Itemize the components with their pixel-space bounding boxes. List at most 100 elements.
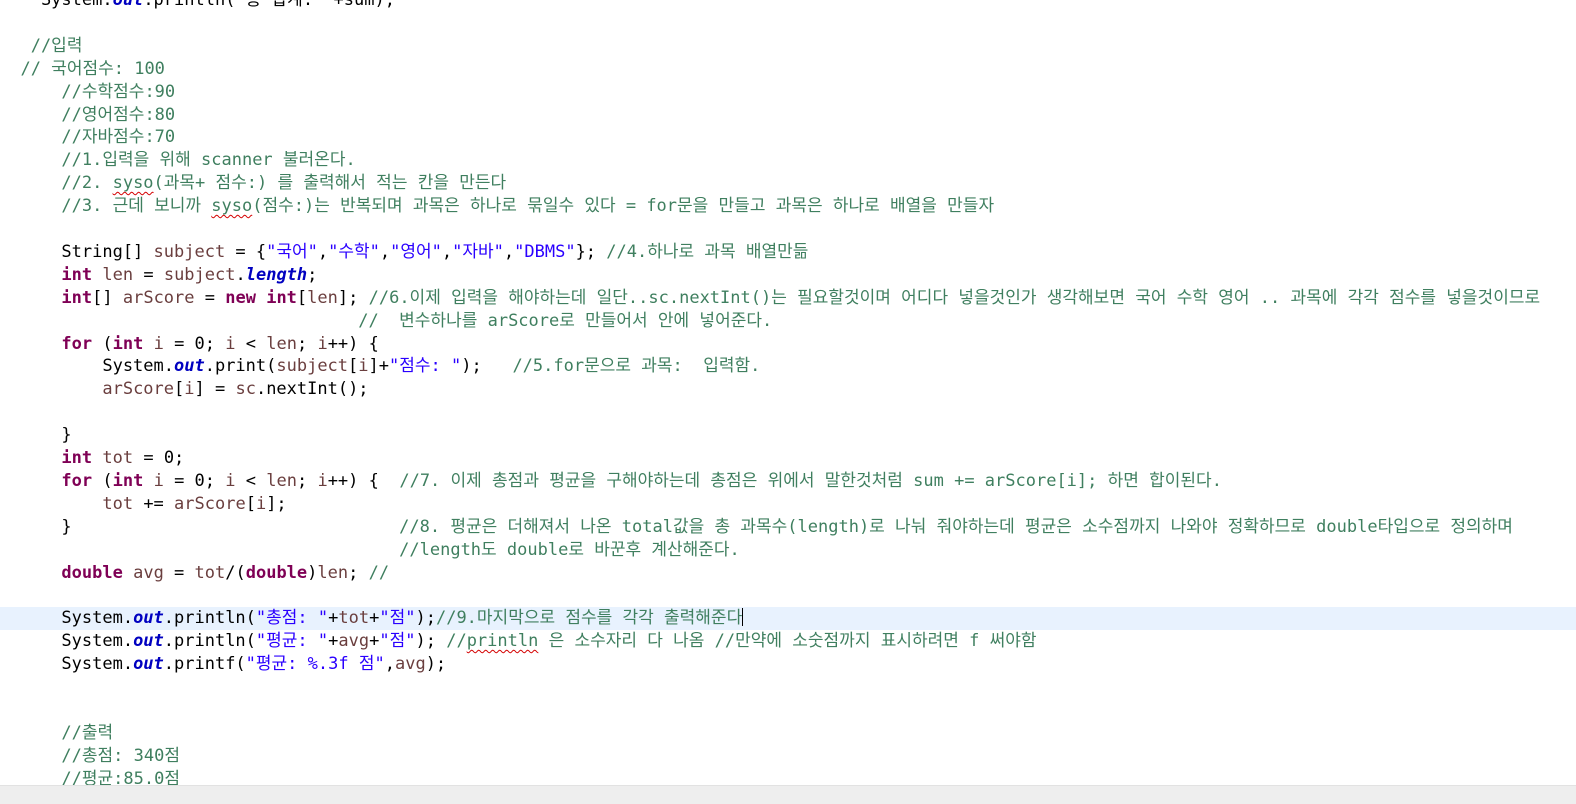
code-token: = 0; xyxy=(133,448,185,468)
code-token: new xyxy=(225,287,256,308)
code-token: arScore xyxy=(174,493,246,514)
code-token: } xyxy=(0,425,72,446)
code-token: "점" xyxy=(379,608,416,629)
code-token: ; xyxy=(296,333,318,354)
code-token: arScore xyxy=(102,379,175,400)
code-line[interactable]: } //8. 평균은 더해져서 나온 total값을 총 과목수(length)… xyxy=(0,516,1576,539)
code-token: .printf( xyxy=(163,654,246,675)
code-token: . xyxy=(235,264,246,285)
code-token: [ xyxy=(296,287,308,308)
code-line[interactable]: //자바점수:70 xyxy=(0,126,1576,149)
code-token: ]; xyxy=(337,287,369,308)
code-token: //7. 이제 총점과 평균을 구해야하는데 총점은 위에서 말한것처럼 sum… xyxy=(399,470,1222,491)
code-line[interactable]: //2. syso(과목+ 점수:) 를 출력해서 적는 칸을 만든다 xyxy=(0,172,1576,195)
code-token: int xyxy=(61,264,93,285)
code-token: "평균: %.3f 점" xyxy=(245,654,385,675)
code-token: // xyxy=(368,562,390,583)
code-line[interactable]: int tot = 0; xyxy=(0,447,1576,470)
code-token: len xyxy=(266,333,297,354)
code-line[interactable]: //입력 xyxy=(0,35,1576,58)
code-token: syso xyxy=(211,196,253,217)
code-token: + xyxy=(328,631,339,652)
code-line[interactable]: //영어점수:80 xyxy=(0,104,1576,127)
code-token: , xyxy=(503,241,515,262)
code-line[interactable] xyxy=(0,699,1576,722)
code-line[interactable]: // 국어점수: 100 xyxy=(0,58,1576,81)
code-token: for xyxy=(61,333,93,354)
code-token: .print( xyxy=(204,356,277,377)
code-token: //2. xyxy=(0,173,113,194)
code-token: subject xyxy=(163,264,236,285)
code-token: tot xyxy=(102,493,134,514)
code-token: subject xyxy=(153,241,226,262)
code-line[interactable]: System.out.printf("평균: %.3f 점",avg); xyxy=(0,653,1576,676)
code-token: System. xyxy=(0,631,134,652)
code-line[interactable] xyxy=(0,676,1576,699)
code-token: "점" xyxy=(379,631,416,652)
code-token: < xyxy=(235,470,267,491)
code-token: , xyxy=(441,241,453,262)
code-token: ); xyxy=(415,608,436,629)
code-line[interactable]: System.out.print(subject[i]+"점수: "); //5… xyxy=(0,355,1576,378)
code-line[interactable]: //총점: 340점 xyxy=(0,745,1576,768)
code-token: tot xyxy=(194,562,226,583)
code-token: , xyxy=(317,241,329,262)
code-token: // 변수하나를 arScore로 만들어서 안에 넣어준다. xyxy=(0,310,773,331)
code-line[interactable]: double avg = tot/(double)len; // xyxy=(0,562,1576,585)
code-line[interactable]: for (int i = 0; i < len; i++) { //7. 이제 … xyxy=(0,470,1576,493)
code-token: int xyxy=(266,287,297,308)
code-line[interactable]: //수학점수:90 xyxy=(0,81,1576,104)
code-line[interactable] xyxy=(0,584,1576,607)
code-token: i xyxy=(153,333,164,354)
code-line[interactable]: //3. 근데 보니까 syso(점수:)는 반복되며 과목은 하나로 묶일수 … xyxy=(0,195,1576,218)
code-line[interactable]: String[] subject = {"국어","수학","영어","자바",… xyxy=(0,241,1576,264)
code-line[interactable]: int len = subject.length; xyxy=(0,264,1576,287)
code-line[interactable]: arScore[i] = sc.nextInt(); xyxy=(0,378,1576,401)
code-token: //총점: 340점 xyxy=(0,745,180,766)
code-editor[interactable]: System.out.println("총 합계: "+sum); //입력 /… xyxy=(0,0,1576,785)
code-token: .println( xyxy=(163,631,256,652)
code-token: }; xyxy=(575,241,607,262)
code-line[interactable]: // 변수하나를 arScore로 만들어서 안에 넣어준다. xyxy=(0,310,1576,333)
code-token: (점수:)는 반복되며 과목은 하나로 묶일수 있다 = for문을 만들고 과… xyxy=(252,196,995,217)
code-token: System. xyxy=(0,356,174,377)
code-token: length xyxy=(245,264,308,285)
code-token: + xyxy=(328,608,339,629)
code-line[interactable]: } xyxy=(0,424,1576,447)
code-line[interactable]: System.out.println("총점: "+tot+"점");//9.마… xyxy=(0,607,1576,631)
code-line[interactable] xyxy=(0,12,1576,35)
code-line[interactable]: //출력 xyxy=(0,722,1576,745)
code-token: } xyxy=(0,516,400,537)
code-line[interactable]: System.out.println("총 합계: "+sum); xyxy=(0,0,1576,12)
horizontal-scrollbar[interactable] xyxy=(0,785,1576,804)
code-token: ( xyxy=(92,470,113,491)
code-token: out xyxy=(174,356,205,377)
code-line[interactable]: for (int i = 0; i < len; i++) { xyxy=(0,333,1576,356)
code-token: tot xyxy=(338,608,370,629)
code-line[interactable]: //length도 double로 바꾼후 계산해준다. xyxy=(0,539,1576,562)
code-line[interactable]: tot += arScore[i]; xyxy=(0,493,1576,516)
code-token: tot xyxy=(102,448,134,468)
code-line[interactable]: System.out.println("평균: "+avg+"점"); //pr… xyxy=(0,630,1576,653)
code-line[interactable]: //1.입력을 위해 scanner 불러온다. xyxy=(0,149,1576,172)
code-line[interactable] xyxy=(0,218,1576,241)
code-token: String[] xyxy=(0,241,154,262)
code-token: //영어점수:80 xyxy=(0,104,176,125)
code-token: //입력 xyxy=(0,35,83,56)
code-token: i xyxy=(225,333,236,354)
code-line[interactable] xyxy=(0,401,1576,424)
code-token: "자바" xyxy=(452,241,504,262)
code-line[interactable]: //평균:85.0점 xyxy=(0,768,1576,785)
code-line[interactable]: int[] arScore = new int[len]; //6.이제 입력을… xyxy=(0,287,1576,310)
code-token: "DBMS" xyxy=(514,241,576,262)
code-token: // xyxy=(446,631,467,652)
code-token: 은 소수자리 다 나옴 //만약에 소숫점까지 표시하려면 f 써야함 xyxy=(538,631,1037,652)
code-token: [] xyxy=(92,287,123,308)
